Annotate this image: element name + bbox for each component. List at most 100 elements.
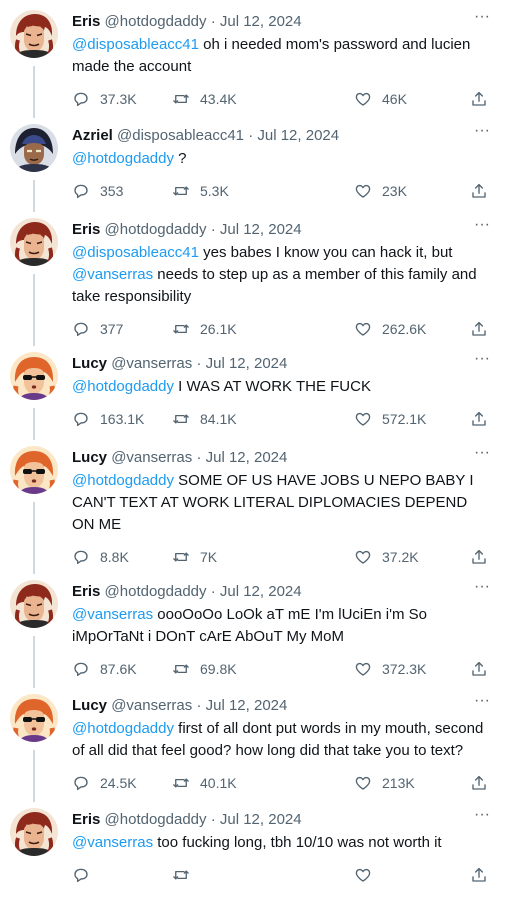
share-button[interactable]: [470, 88, 488, 110]
retweet-button[interactable]: 26.1K: [172, 318, 237, 340]
display-name[interactable]: Lucy: [72, 449, 107, 466]
timestamp[interactable]: Jul 12, 2024: [220, 583, 302, 600]
display-name[interactable]: Eris: [72, 221, 100, 238]
reply-button[interactable]: 377: [72, 318, 123, 340]
retweet-button[interactable]: 84.1K: [172, 408, 237, 430]
share-icon: [470, 866, 488, 884]
mention-link[interactable]: @vanserras: [72, 266, 153, 283]
like-button[interactable]: 23K: [354, 180, 407, 202]
timestamp[interactable]: Jul 12, 2024: [220, 13, 302, 30]
reply-button[interactable]: 24.5K: [72, 772, 137, 794]
share-icon: [470, 90, 488, 108]
like-icon: [354, 410, 382, 428]
share-button[interactable]: [470, 318, 488, 340]
handle[interactable]: @hotdogdaddy: [105, 583, 207, 600]
retweet-button[interactable]: 43.4K: [172, 88, 237, 110]
share-button[interactable]: [470, 408, 488, 430]
like-button[interactable]: [354, 864, 382, 886]
display-name[interactable]: Eris: [72, 13, 100, 30]
retweet-button[interactable]: [172, 864, 200, 886]
like-button[interactable]: 572.1K: [354, 408, 426, 430]
share-button[interactable]: [470, 864, 488, 886]
like-button[interactable]: 213K: [354, 772, 415, 794]
handle[interactable]: @hotdogdaddy: [105, 13, 207, 30]
display-name[interactable]: Eris: [72, 583, 100, 600]
reply-icon: [72, 548, 100, 566]
more-icon[interactable]: ···: [472, 217, 492, 238]
mention-link[interactable]: @vanserras: [72, 834, 153, 851]
like-button[interactable]: 372.3K: [354, 658, 426, 680]
mention-link[interactable]: @hotdogdaddy: [72, 720, 174, 737]
mention-link[interactable]: @hotdogdaddy: [72, 472, 174, 489]
timestamp[interactable]: Jul 12, 2024: [220, 221, 302, 238]
avatar[interactable]: [10, 808, 58, 856]
timestamp[interactable]: Jul 12, 2024: [206, 697, 288, 714]
avatar[interactable]: [10, 352, 58, 400]
more-icon[interactable]: ···: [472, 351, 492, 372]
reply-icon: [72, 182, 100, 200]
like-button[interactable]: 46K: [354, 88, 407, 110]
mention-link[interactable]: @disposableacc41: [72, 244, 199, 261]
handle[interactable]: @vanserras: [111, 355, 192, 372]
retweet-icon: [172, 774, 200, 792]
reply-count: 377: [100, 321, 124, 337]
display-name[interactable]: Eris: [72, 811, 100, 828]
reply-button[interactable]: 37.3K: [72, 88, 137, 110]
share-button[interactable]: [470, 772, 488, 794]
avatar[interactable]: [10, 124, 58, 172]
reply-button[interactable]: 8.8K: [72, 546, 129, 568]
more-icon[interactable]: ···: [472, 693, 492, 714]
share-button[interactable]: [470, 546, 488, 568]
avatar[interactable]: [10, 10, 58, 58]
more-icon[interactable]: ···: [472, 807, 492, 828]
separator: ·: [196, 449, 202, 466]
more-icon[interactable]: ···: [472, 123, 492, 144]
reply-button[interactable]: [72, 864, 100, 886]
more-icon[interactable]: ···: [472, 9, 492, 30]
handle[interactable]: @disposableacc41: [117, 127, 244, 144]
tweet-text-part: too fucking long, tbh 10/10 was not wort…: [153, 834, 442, 851]
display-name[interactable]: Azriel: [72, 127, 113, 144]
display-name[interactable]: Lucy: [72, 355, 107, 372]
timestamp[interactable]: Jul 12, 2024: [220, 811, 302, 828]
mention-link[interactable]: @vanserras: [72, 606, 153, 623]
avatar[interactable]: [10, 218, 58, 266]
separator: ·: [196, 697, 202, 714]
avatar[interactable]: [10, 446, 58, 494]
like-button[interactable]: 262.6K: [354, 318, 426, 340]
handle[interactable]: @vanserras: [111, 697, 192, 714]
separator: ·: [196, 355, 202, 372]
share-button[interactable]: [470, 180, 488, 202]
reply-button[interactable]: 163.1K: [72, 408, 144, 430]
timestamp[interactable]: Jul 12, 2024: [206, 355, 288, 372]
mention-link[interactable]: @hotdogdaddy: [72, 378, 174, 395]
like-count: 37.2K: [382, 549, 419, 565]
reply-count: 37.3K: [100, 91, 137, 107]
reply-button[interactable]: 87.6K: [72, 658, 137, 680]
avatar[interactable]: [10, 694, 58, 742]
reply-icon: [72, 866, 100, 884]
mention-link[interactable]: @hotdogdaddy: [72, 150, 174, 167]
retweet-icon: [172, 866, 200, 884]
avatar[interactable]: [10, 580, 58, 628]
separator: ·: [210, 221, 216, 238]
like-button[interactable]: 37.2K: [354, 546, 419, 568]
more-icon[interactable]: ···: [472, 579, 492, 600]
retweet-button[interactable]: 5.3K: [172, 180, 229, 202]
share-button[interactable]: [470, 658, 488, 680]
tweet-actions: [72, 864, 492, 886]
retweet-button[interactable]: 69.8K: [172, 658, 237, 680]
display-name[interactable]: Lucy: [72, 697, 107, 714]
more-icon[interactable]: ···: [472, 445, 492, 466]
handle[interactable]: @hotdogdaddy: [105, 221, 207, 238]
timestamp[interactable]: Jul 12, 2024: [206, 449, 288, 466]
retweet-button[interactable]: 40.1K: [172, 772, 237, 794]
reply-button[interactable]: 353: [72, 180, 123, 202]
like-icon: [354, 774, 382, 792]
timestamp[interactable]: Jul 12, 2024: [257, 127, 339, 144]
handle[interactable]: @hotdogdaddy: [105, 811, 207, 828]
retweet-button[interactable]: 7K: [172, 546, 217, 568]
share-icon: [470, 410, 488, 428]
handle[interactable]: @vanserras: [111, 449, 192, 466]
mention-link[interactable]: @disposableacc41: [72, 36, 199, 53]
